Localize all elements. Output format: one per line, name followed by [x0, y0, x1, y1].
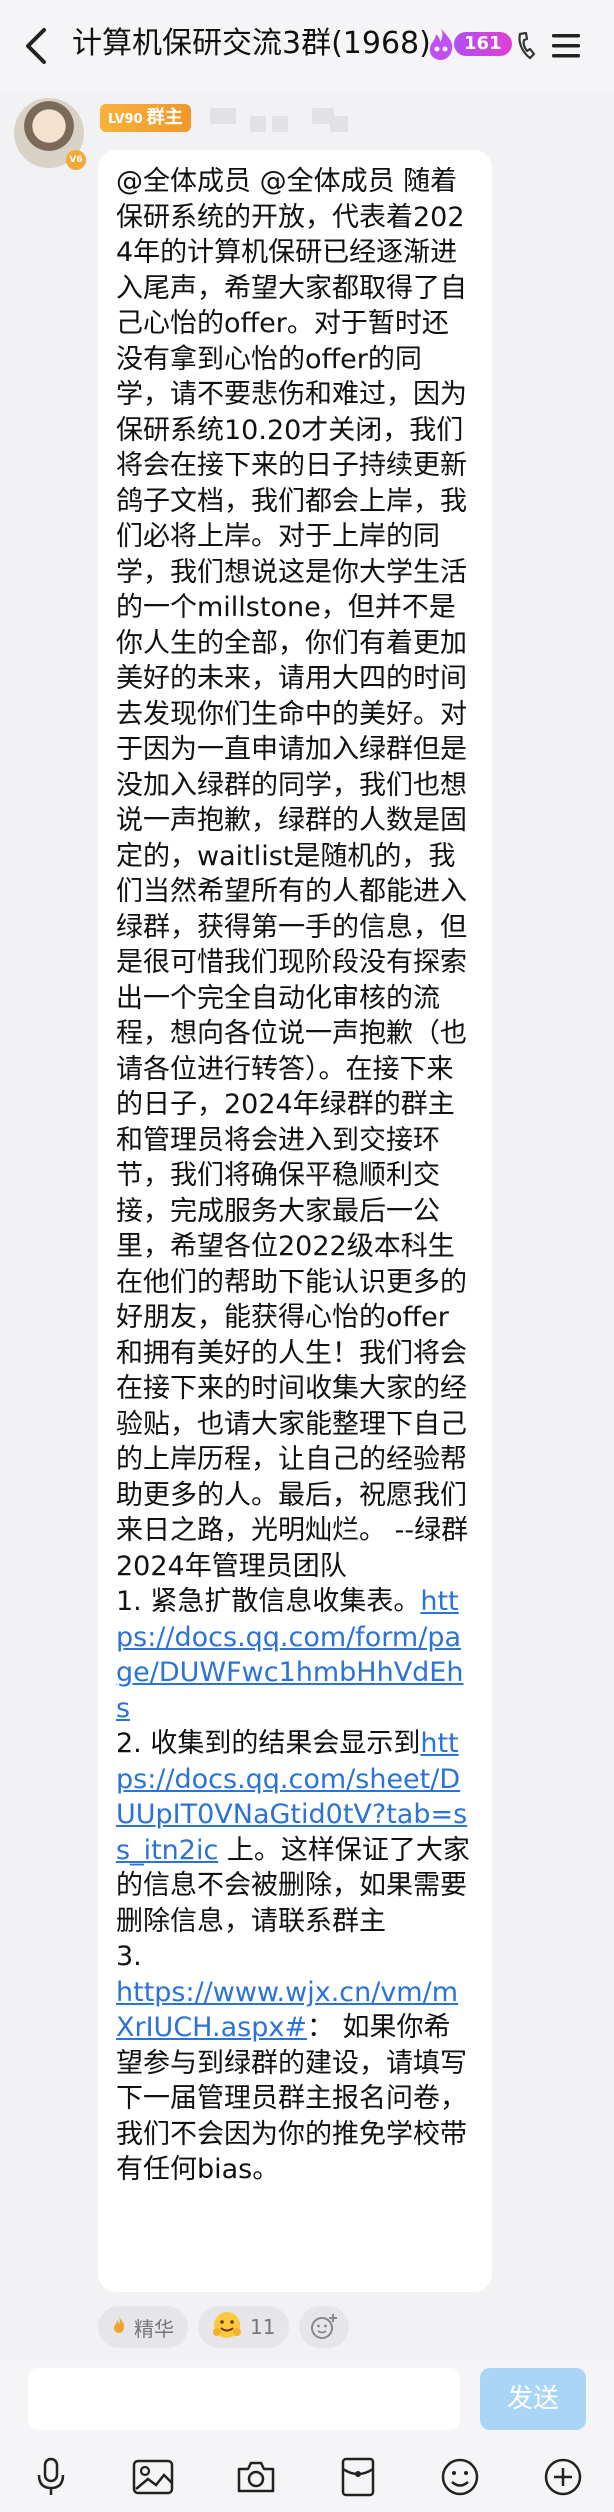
phone-icon[interactable] [514, 28, 540, 64]
message-text-segment: 3. [116, 1941, 142, 1972]
chat-header: 计算机保研交流3群(1968) 161 [0, 0, 614, 92]
badge-count: 161 [454, 32, 512, 56]
input-bar: 发送 [0, 2360, 614, 2450]
menu-icon[interactable] [550, 28, 582, 64]
sender-name-redacted [330, 116, 348, 132]
hugging-face-icon [212, 2310, 242, 2345]
input-toolbar [0, 2442, 614, 2512]
sender-name-redacted [250, 116, 266, 132]
emoji-icon[interactable] [434, 2451, 486, 2503]
message-text-segment: 2. 收集到的结果会显示到 [116, 1728, 421, 1759]
sender-name-redacted [272, 116, 288, 132]
add-emoji-icon [311, 2314, 338, 2339]
message-text: @全体成员 @全体成员 随着保研系统的开放，代表着2024年的计算机保研已经逐渐… [116, 164, 474, 2188]
flame-small-icon [112, 2315, 126, 2339]
emoji-reaction-count: 11 [250, 2315, 276, 2339]
member-level-number: LV90 [108, 112, 143, 127]
chevron-left-icon[interactable] [18, 24, 54, 68]
message-bubble[interactable]: @全体成员 @全体成员 随着保研系统的开放，代表着2024年的计算机保研已经逐渐… [98, 150, 492, 2292]
sender-name-redacted [210, 108, 236, 124]
image-icon[interactable] [127, 2451, 179, 2503]
member-title: 群主 [146, 107, 183, 128]
essence-label: 精华 [134, 2316, 174, 2341]
flame-badge-icon [429, 28, 453, 60]
essence-chip[interactable]: 精华 [98, 2306, 188, 2348]
avatar[interactable]: V6 [14, 98, 86, 170]
activity-badge[interactable]: 161 [424, 26, 512, 62]
camera-icon[interactable] [230, 2451, 282, 2503]
message-text-segment: @全体成员 @全体成员 随着保研系统的开放，代表着2024年的计算机保研已经逐渐… [116, 166, 469, 1582]
red-packet-icon[interactable] [332, 2451, 384, 2503]
plus-icon[interactable] [537, 2451, 589, 2503]
message-text-segment: 1. 紧急扩散信息收集表。 [116, 1586, 421, 1617]
emoji-reaction-chip[interactable]: 11 [198, 2306, 290, 2348]
add-reaction-button[interactable] [299, 2306, 350, 2348]
send-button[interactable]: 发送 [480, 2368, 586, 2430]
microphone-icon[interactable] [25, 2451, 77, 2503]
avatar-level-badge: V6 [66, 150, 86, 170]
member-level-tag: LV90 群主 [100, 104, 191, 132]
message-input[interactable] [28, 2368, 460, 2430]
reaction-bar: 精华 11 [98, 2306, 350, 2348]
chat-title[interactable]: 计算机保研交流3群(1968) [72, 22, 431, 66]
